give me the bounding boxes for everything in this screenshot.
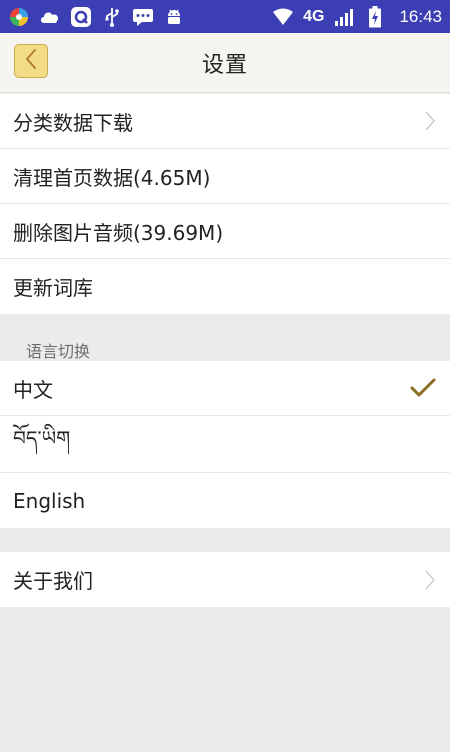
usb-icon (101, 7, 123, 27)
header-bar: 设置 (0, 33, 450, 93)
delete-media-item[interactable]: 删除图片音频(39.69M) (0, 204, 450, 259)
chevron-right-icon (424, 110, 436, 132)
list-item-label: 清理首页数据(4.65M) (13, 165, 211, 190)
language-option-tibetan[interactable]: བོད་ཡིག (0, 416, 450, 473)
battery-icon (364, 5, 386, 27)
checkmark-icon (410, 378, 436, 398)
language-list: 中文 བོད་ཡིག English (0, 361, 450, 528)
signal-icon (333, 7, 355, 27)
color-wheel-icon (8, 7, 30, 27)
clock: 16:43 (399, 6, 442, 26)
list-item-label: 关于我们 (13, 569, 93, 593)
page-title: 设置 (201, 52, 248, 78)
list-item-label: 更新词库 (13, 276, 93, 300)
chevron-right-icon (424, 569, 436, 591)
status-bar: 4G 16:43 (0, 0, 450, 33)
status-bar-notifications (8, 6, 185, 27)
list-item-label: 中文 (13, 377, 53, 402)
list-item-label: English (13, 488, 86, 513)
back-button[interactable] (14, 44, 48, 78)
clear-home-data-item[interactable]: 清理首页数据(4.65M) (0, 149, 450, 204)
status-bar-system: 4G 16:43 (272, 5, 442, 27)
list-item-label: བོད་ཡིག (13, 426, 71, 450)
q-app-icon (70, 6, 92, 27)
wifi-icon (272, 7, 294, 27)
about-list: 关于我们 (0, 552, 450, 607)
about-us-item[interactable]: 关于我们 (0, 552, 450, 607)
download-category-data-item[interactable]: 分类数据下载 (0, 94, 450, 149)
cloud-icon (39, 7, 61, 27)
message-icon (132, 7, 154, 27)
language-option-chinese[interactable]: 中文 (0, 361, 450, 416)
settings-list: 分类数据下载 清理首页数据(4.65M) 删除图片音频(39.69M) 更新词库 (0, 94, 450, 314)
android-icon (163, 7, 185, 27)
update-dictionary-item[interactable]: 更新词库 (0, 259, 450, 314)
list-item-label: 分类数据下载 (13, 110, 133, 135)
language-section-label: 语言切换 (26, 342, 91, 361)
language-option-english[interactable]: English (0, 473, 450, 528)
network-type: 4G (303, 7, 325, 25)
chevron-left-icon (23, 48, 39, 74)
list-item-label: 删除图片音频(39.69M) (13, 220, 224, 245)
